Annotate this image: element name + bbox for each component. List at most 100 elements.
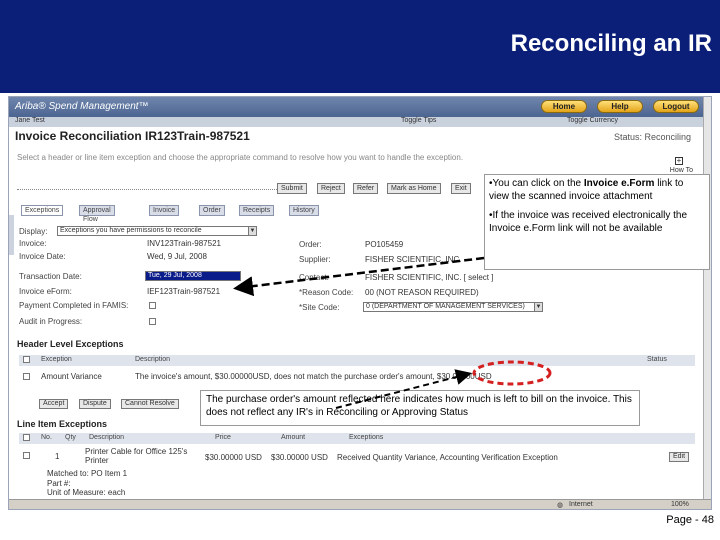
vertical-scrollbar[interactable] (703, 97, 711, 499)
column-price: Price (215, 434, 231, 441)
refer-button[interactable]: Refer (353, 183, 379, 194)
line-exceptions-text: Received Quantity Variance, Accounting V… (337, 453, 558, 462)
tab-invoice[interactable]: Invoice (149, 205, 180, 216)
line-matched-to: Matched to: PO Item 1 (47, 469, 128, 478)
display-select[interactable]: Exceptions you have permissions to recon… (57, 226, 257, 236)
mark-as-home-button[interactable]: Mark as Home (387, 183, 441, 194)
site-code-label: *Site Code: (299, 303, 340, 312)
callout-purchase-order-amount: The purchase order's amount reflected he… (200, 390, 640, 426)
left-panel-toggle[interactable] (9, 215, 14, 255)
site-code-select-value: 0 (DEPARTMENT OF MANAGEMENT SERVICES) (366, 303, 525, 310)
zone-label: Internet (569, 501, 593, 508)
column-description: Description (135, 356, 171, 363)
app-header-bar: Ariba® Spend Management™ Home Help Logou… (9, 97, 711, 117)
audit-label: Audit in Progress: (19, 317, 83, 326)
callout-item-1-bold: Invoice e.Form (583, 178, 655, 189)
accept-button[interactable]: Accept (39, 399, 69, 409)
line-exceptions-title: Line Item Exceptions (17, 419, 108, 429)
toggle-currency-link[interactable]: Toggle Currency (567, 117, 618, 124)
exit-button[interactable]: Exit (451, 183, 471, 194)
select-all-lines-checkbox[interactable] (23, 434, 30, 441)
line-description: Printer Cable for Office 125's Printer (85, 447, 188, 465)
site-code-select[interactable]: 0 (DEPARTMENT OF MANAGEMENT SERVICES) ▼ (363, 302, 543, 312)
reason-code-label: *Reason Code: (299, 288, 354, 297)
slide-header: Reconciling an IR (0, 0, 720, 93)
divider (17, 189, 277, 190)
line-amount: $30.00000 USD (271, 453, 328, 462)
menu-bar: Jane Test Toggle Tips Toggle Currency (9, 117, 711, 127)
tab-exceptions[interactable]: Exceptions (21, 205, 64, 216)
zoom-label[interactable]: 100% (671, 501, 689, 508)
application-screenshot: Ariba® Spend Management™ Home Help Logou… (8, 96, 712, 510)
instruction-text: Select a header or line item exception a… (17, 153, 464, 162)
reason-code-value: 00 (NOT REASON REQUIRED) (365, 288, 479, 297)
order-label: Order: (299, 240, 322, 249)
chevron-down-icon: ▼ (534, 303, 542, 311)
toggle-tips-link[interactable]: Toggle Tips (401, 117, 436, 124)
display-select-value: Exceptions you have permissions to recon… (60, 227, 202, 234)
supplier-label: Supplier: (299, 255, 331, 264)
column-no: No. (41, 434, 52, 441)
tab-history[interactable]: History (289, 205, 319, 216)
browser-status-bar: ◍ Internet 100% (9, 499, 711, 509)
callout-item-1-pre: •You can click on the (489, 178, 584, 189)
how-to-link[interactable]: How To (670, 167, 693, 174)
invoice-label: Invoice: (19, 239, 47, 248)
header-exception-checkbox[interactable] (23, 373, 30, 380)
column-status: Status (647, 356, 667, 363)
invoice-date-value: Wed, 9 Jul, 2008 (147, 252, 207, 261)
callout-item-1: •You can click on the Invoice e.Form lin… (489, 178, 705, 203)
line-exceptions-columns: No. Qty Description Price Amount Excepti… (19, 433, 695, 444)
header-exceptions-columns: Exception Description Status (19, 355, 695, 366)
invoice-eform-link[interactable]: IEF123Train-987521 (147, 287, 220, 296)
app-logo: Ariba® Spend Management™ (15, 101, 149, 112)
payment-completed-checkbox[interactable] (149, 302, 156, 309)
reject-button[interactable]: Reject (317, 183, 345, 194)
column-exceptions: Exceptions (349, 434, 384, 441)
contact-label: Contact: (299, 273, 329, 282)
transaction-date-label: Transaction Date: (19, 272, 82, 281)
help-button[interactable]: Help (597, 100, 643, 113)
line-qty: 1 (55, 452, 60, 461)
callout-invoice-eform: •You can click on the Invoice e.Form lin… (484, 174, 710, 270)
supplier-value: FISHER SCIENTIFIC, INC. (365, 255, 462, 264)
contact-value[interactable]: FISHER SCIENTIFIC, INC. [ select ] (365, 273, 493, 282)
line-part-number: Part #: (47, 479, 71, 488)
globe-icon: ◍ (557, 502, 564, 509)
edit-button[interactable]: Edit (669, 452, 690, 462)
payment-completed-label: Payment Completed in FAMIS: (19, 301, 129, 310)
header-exceptions-title: Header Level Exceptions (17, 339, 124, 349)
transaction-date-input[interactable]: Tue, 29 Jul, 2008 (145, 271, 241, 281)
callout-item-2: •If the invoice was received electronica… (489, 210, 688, 234)
logout-button[interactable]: Logout (653, 100, 699, 113)
invoice-eform-label: Invoice eForm: (19, 287, 72, 296)
invoice-link[interactable]: INV123Train-987521 (147, 239, 221, 248)
page-title: Invoice Reconciliation IR123Train-987521 (15, 129, 250, 143)
line-price: $30.00000 USD (205, 453, 262, 462)
line-exception-checkbox[interactable] (23, 452, 30, 459)
column-qty: Qty (65, 434, 76, 441)
slide-title: Reconciling an IR (510, 30, 712, 57)
plus-icon[interactable]: + (675, 157, 683, 165)
chevron-down-icon: ▼ (248, 227, 256, 235)
column-line-description: Description (89, 434, 125, 441)
display-label: Display: (19, 227, 48, 236)
audit-checkbox[interactable] (149, 318, 156, 325)
header-exception-description: The invoice's amount, $30.00000USD, does… (135, 372, 492, 381)
invoice-date-label: Invoice Date: (19, 252, 66, 261)
tab-approval-flow[interactable]: Approval Flow (79, 205, 115, 223)
submit-button[interactable]: Submit (277, 183, 307, 194)
home-button[interactable]: Home (541, 100, 587, 113)
select-all-checkbox[interactable] (23, 356, 30, 363)
column-amount: Amount (281, 434, 306, 441)
page-number: Page - 48 (666, 514, 714, 526)
tab-order[interactable]: Order (199, 205, 225, 216)
header-exception-name: Amount Variance (41, 372, 102, 381)
line-unit-of-measure: Unit of Measure: each (47, 488, 126, 497)
status-label: Status: Reconciling (613, 132, 691, 142)
cannot-resolve-button[interactable]: Cannot Resolve (121, 399, 179, 409)
user-name: Jane Test (15, 117, 45, 124)
dispute-button[interactable]: Dispute (79, 399, 111, 409)
order-link[interactable]: PO105459 (365, 240, 403, 249)
tab-receipts[interactable]: Receipts (239, 205, 275, 216)
